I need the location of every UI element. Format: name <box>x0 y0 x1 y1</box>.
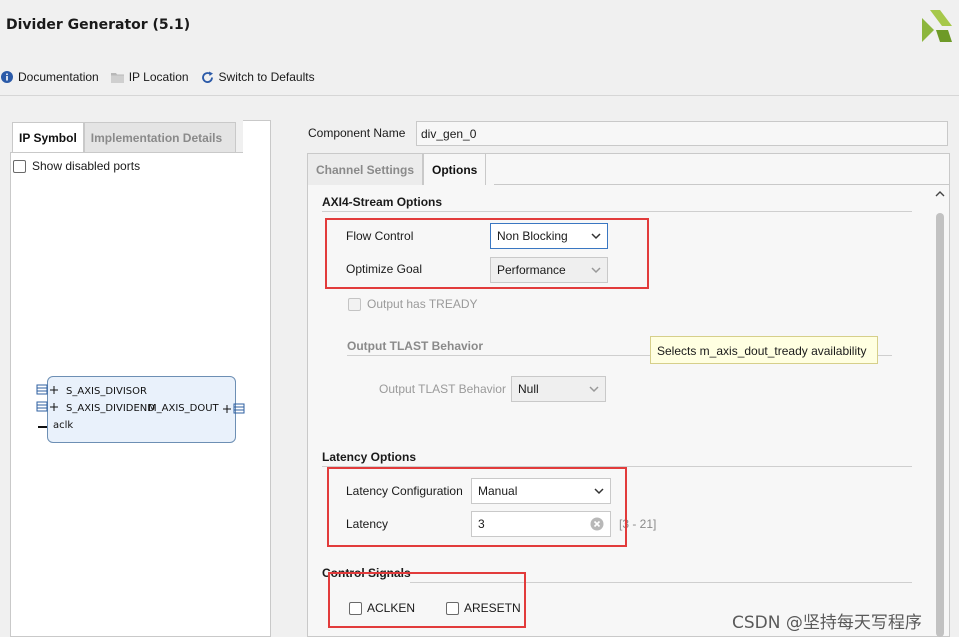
highlight-box-latency <box>327 467 627 547</box>
axi-section-title: AXI4-Stream Options <box>322 195 443 209</box>
tlast-behavior-value: Null <box>518 382 539 396</box>
watermark: CSDN @坚持每天写程序 <box>732 613 922 633</box>
switch-defaults-label: Switch to Defaults <box>218 70 315 84</box>
latency-section-title: Latency Options <box>322 450 417 464</box>
component-name-label: Component Name <box>308 126 406 140</box>
header-divider <box>0 95 959 96</box>
tab-implementation-details[interactable]: Implementation Details <box>83 122 236 152</box>
output-port-pins <box>223 403 245 414</box>
component-name-input[interactable]: div_gen_0 <box>416 121 948 146</box>
show-disabled-ports-checkbox[interactable]: Show disabled ports <box>13 159 140 173</box>
checkbox-box[interactable] <box>13 159 26 173</box>
checkbox-box[interactable] <box>348 297 361 311</box>
folder-icon <box>111 70 125 84</box>
tlast-section-title: Output TLAST Behavior <box>347 339 483 353</box>
scrollbar-thumb <box>936 213 944 637</box>
port-aclk: aclk <box>53 420 74 431</box>
ip-location-label: IP Location <box>128 70 189 84</box>
xilinx-logo-icon <box>922 10 952 42</box>
chevron-down-icon <box>589 386 599 393</box>
toolbar: Documentation IP Location Switch to Defa… <box>0 68 327 86</box>
tab-options[interactable]: Options <box>423 153 487 185</box>
switch-defaults-button[interactable]: Switch to Defaults <box>201 70 315 84</box>
highlight-box-axi <box>325 218 649 289</box>
port-s-axis-divisor: S_AXIS_DIVISOR <box>66 386 147 397</box>
refresh-icon <box>201 70 215 84</box>
window-title: Divider Generator (5.1) <box>6 17 191 33</box>
axi-divider <box>322 211 912 212</box>
show-disabled-ports-label: Show disabled ports <box>32 159 141 173</box>
highlight-box-control <box>328 572 526 628</box>
left-tabs: IP Symbol Implementation Details <box>12 122 236 152</box>
tlast-behavior-select[interactable]: Null <box>511 376 606 402</box>
documentation-button[interactable]: Documentation <box>0 70 99 84</box>
output-tready-label: Output has TREADY <box>367 297 478 311</box>
tab-baseline <box>494 184 950 185</box>
info-icon <box>0 70 14 84</box>
port-s-axis-dividend: S_AXIS_DIVIDEND <box>66 403 155 414</box>
output-tready-checkbox[interactable]: Output has TREADY <box>348 297 478 311</box>
tab-channel-settings[interactable]: Channel Settings <box>307 153 424 185</box>
scroll-up-icon <box>935 191 945 197</box>
right-tabs: Channel Settings Options <box>307 153 487 185</box>
port-m-axis-dout: M_AXIS_DOUT <box>148 403 219 414</box>
ip-location-button[interactable]: IP Location <box>111 70 189 84</box>
tlast-behavior-label: Output TLAST Behavior <box>379 382 506 396</box>
tab-ip-symbol[interactable]: IP Symbol <box>12 122 84 152</box>
documentation-label: Documentation <box>18 70 99 84</box>
vertical-scrollbar[interactable] <box>933 185 947 637</box>
tooltip: Selects m_axis_dout_tready availability <box>650 336 878 364</box>
